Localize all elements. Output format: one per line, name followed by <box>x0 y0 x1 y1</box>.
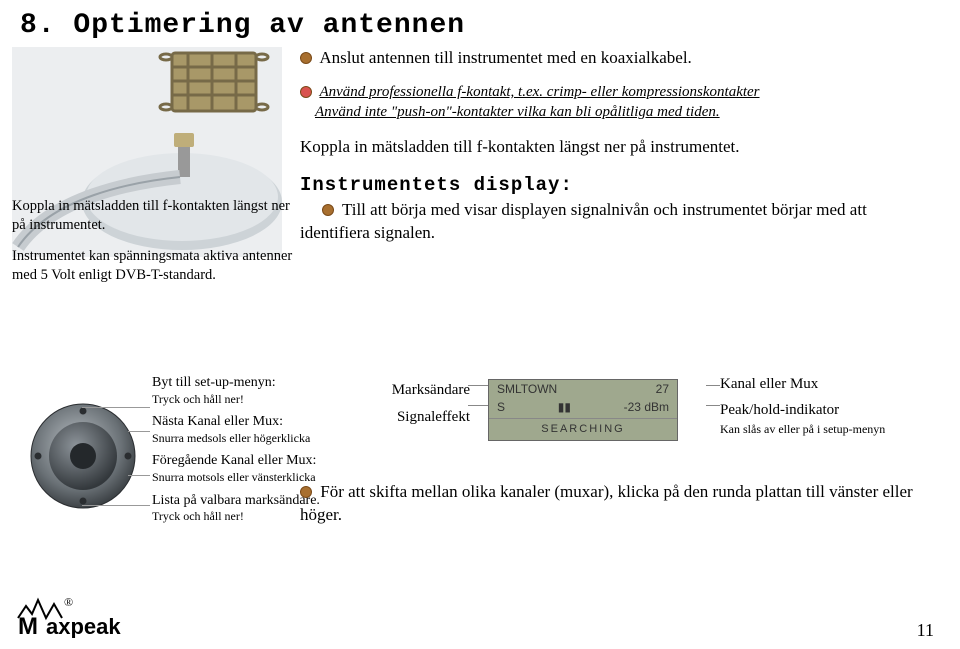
bullet-icon <box>300 52 312 64</box>
left-para-power: Instrumentet kan spänningsmata aktiva an… <box>12 247 297 285</box>
lower-para-text: För att skifta mellan olika kanaler (mux… <box>300 482 913 524</box>
lcd-channel: 27 <box>656 382 669 396</box>
display-heading: Instrumentets display: <box>300 173 940 199</box>
display-body-text: Till att börja med visar displayen signa… <box>300 200 867 242</box>
koppla-line: Koppla in mätsladden till f-kontakten lä… <box>300 136 940 159</box>
svg-text:®: ® <box>64 596 73 609</box>
lcd-labels-right: Kanal eller Mux Peak/hold-indikator Kan … <box>720 375 930 440</box>
intro-line: Anslut antennen till instrumentet med en… <box>300 47 940 70</box>
lcd-label-peak-text: Peak/hold-indikator <box>720 402 839 418</box>
svg-text:axpeak: axpeak <box>46 614 121 638</box>
lcd-labels-left: Marksändare Signaleffekt <box>380 377 470 431</box>
page-number: 11 <box>917 620 934 641</box>
maxpeak-logo: M axpeak ® <box>16 596 166 643</box>
lcd-area: SMLTOWN 27 S ▮▮ -23 dBm SEARCHING <box>460 379 705 457</box>
dial-setup-sub: Tryck och håll ner! <box>152 392 367 406</box>
svg-text:M: M <box>18 613 38 638</box>
dial-control-illustration <box>30 403 136 509</box>
lcd-dbm: -23 dBm <box>624 400 669 414</box>
left-para-koppla: Koppla in mätsladden till f-kontakten lä… <box>12 197 297 235</box>
lcd-label-peak-sub: Kan slås av eller på i setup-menyn <box>720 422 885 436</box>
dial-setup-head: Byt till set-up-menyn: <box>152 375 367 392</box>
lcd-bar: ▮▮ <box>558 400 571 414</box>
top-section: Koppla in mätsladden till f-kontakten lä… <box>0 47 960 347</box>
warning-line-2: Använd inte "push-on"-kontakter vilka ka… <box>315 104 720 120</box>
lcd-label-marksandare: Marksändare <box>380 377 470 404</box>
dial-label-setup: Byt till set-up-menyn: Tryck och håll ne… <box>152 375 367 406</box>
lcd-screen: SMLTOWN 27 S ▮▮ -23 dBm SEARCHING <box>488 379 678 441</box>
bullet-icon <box>300 486 312 498</box>
intro-text: Anslut antennen till instrumentet med en… <box>319 48 692 67</box>
dial-next-head: Nästa Kanal eller Mux: <box>152 414 367 431</box>
lcd-searching: SEARCHING <box>489 418 677 435</box>
right-side-text: Anslut antennen till instrumentet med en… <box>300 47 940 245</box>
dial-label-prev: Föregående Kanal eller Mux: Snurra motso… <box>152 453 367 484</box>
page-title: 8. Optimering av antennen <box>0 0 960 47</box>
lcd-transmitter: SMLTOWN <box>497 382 557 396</box>
dial-label-next: Nästa Kanal eller Mux: Snurra medsols el… <box>152 414 367 445</box>
lcd-label-signaleffekt: Signaleffekt <box>380 404 470 431</box>
lcd-label-kanal: Kanal eller Mux <box>720 375 930 395</box>
lower-paragraph: För att skifta mellan olika kanaler (mux… <box>300 481 930 527</box>
dial-prev-head: Föregående Kanal eller Mux: <box>152 453 367 470</box>
warning-line-1: Använd professionella f-kontakt, t.ex. c… <box>319 84 759 100</box>
lcd-label-peak: Peak/hold-indikator Kan slås av eller på… <box>720 401 930 440</box>
dial-next-sub: Snurra medsols eller högerklicka <box>152 431 367 445</box>
left-side-text: Koppla in mätsladden till f-kontakten lä… <box>12 197 297 296</box>
lcd-s: S <box>497 400 505 414</box>
warning-block: Använd professionella f-kontakt, t.ex. c… <box>300 82 940 123</box>
bullet-icon <box>322 204 334 216</box>
lower-section: Byt till set-up-menyn: Tryck och håll ne… <box>0 371 960 601</box>
display-body-line: Till att börja med visar displayen signa… <box>300 199 940 245</box>
warning-icon <box>300 86 312 98</box>
lcd-row-1: SMLTOWN 27 <box>489 380 677 398</box>
lcd-row-2: S ▮▮ -23 dBm <box>489 398 677 416</box>
